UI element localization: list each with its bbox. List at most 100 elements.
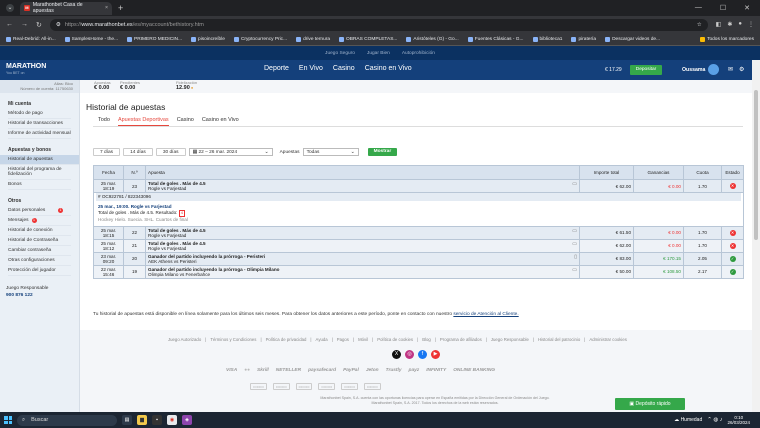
tab-casino[interactable]: Casino <box>177 117 194 126</box>
app-icon[interactable]: ▪ <box>152 415 162 425</box>
col-cuota[interactable]: Cuota <box>683 165 722 180</box>
col-ganancias[interactable]: Ganancias <box>633 165 684 180</box>
table-row[interactable]: 25 mar. 18:12 21 ▭ Total de goles . Más de… <box>93 238 744 253</box>
support-phone[interactable]: 900 876 122 <box>0 291 79 300</box>
app-icon[interactable]: ◈ <box>182 415 192 425</box>
sidebar-item-bonos[interactable]: Bonos <box>8 180 71 190</box>
sidebar-item-historial-apuestas[interactable]: Historial de apuestas <box>0 155 79 165</box>
forward-icon[interactable]: → <box>21 21 28 28</box>
sidebar-item-mensajes[interactable]: Mensajes 1 <box>8 216 71 226</box>
filter-14-dias[interactable]: 14 días <box>123 148 153 156</box>
sidebar-item-conexion[interactable]: Historial de conexión <box>8 226 71 236</box>
extensions-puzzle-icon[interactable]: ✱ <box>727 21 732 28</box>
footer-link[interactable]: Política de cookies <box>377 337 413 342</box>
footer-link[interactable]: Ayuda <box>316 337 328 342</box>
x-twitter-icon[interactable]: X <box>392 350 401 359</box>
bookmark-7[interactable]: Aristóteles (G) - Go... <box>406 36 459 42</box>
tab-search-icon[interactable]: ⌄ <box>6 4 14 12</box>
quick-deposit-button[interactable]: ▣ Depósito rápido <box>615 398 685 410</box>
footer-link[interactable]: Pagos <box>337 337 349 342</box>
chrome-icon[interactable]: ◉ <box>167 415 177 425</box>
footer-link[interactable]: Historial del patrocinio <box>538 337 580 342</box>
site-info-icon[interactable]: ⚙ <box>56 22 61 28</box>
new-tab-icon[interactable]: + <box>118 3 123 13</box>
bookmark-1[interactable]: SamplesHome - the... <box>64 36 118 42</box>
browser-tab[interactable]: M Marathonbet Casa de apuestas × <box>20 1 112 15</box>
windows-start-icon[interactable] <box>4 416 12 424</box>
profile-icon[interactable]: ● <box>738 21 742 28</box>
bookmark-6[interactable]: OBRAS COMPLETAS... <box>339 36 397 42</box>
balance[interactable]: € 17.29 <box>605 67 622 73</box>
col-fecha[interactable]: Fecha <box>93 165 124 180</box>
nav-casino[interactable]: Casino <box>333 65 355 72</box>
bookmark-8[interactable]: Fuentes Clásicas - G... <box>467 36 524 42</box>
back-icon[interactable]: ← <box>6 21 13 28</box>
close-tab-icon[interactable]: × <box>105 5 108 11</box>
sidebar-item-otras-config[interactable]: Otras configuraciones <box>8 256 71 266</box>
deposit-button[interactable]: Depositar <box>630 65 662 75</box>
sidebar-item-historial-contrasena[interactable]: Historial de Contraseña <box>8 236 71 246</box>
file-explorer-icon[interactable]: ▆ <box>137 415 147 425</box>
sidebar-item-informe[interactable]: Informe de actividad mensual <box>8 129 71 139</box>
bookmark-4[interactable]: Cryptocurrency Pric... <box>233 36 287 42</box>
marathon-logo[interactable]: MARATHON You BET on <box>6 63 46 76</box>
bookmark-star-icon[interactable]: ☆ <box>697 22 702 28</box>
footer-link[interactable]: Términos y Condiciones <box>210 337 256 342</box>
date-range-picker[interactable]: ▦ 22 – 26 mar. 2024 ⌄ <box>188 148 273 156</box>
bookmark-0[interactable]: Real-Debrid: All-in... <box>6 36 56 42</box>
footer-link[interactable]: Blog <box>422 337 431 342</box>
messages-icon[interactable]: ✉ <box>728 66 733 73</box>
taskbar-search[interactable]: ⌕ Buscar <box>17 414 117 426</box>
menu-icon[interactable]: ⋮ <box>748 21 754 28</box>
filter-7-dias[interactable]: 7 días <box>93 148 121 156</box>
sidebar-item-fidelizacion[interactable]: Historial del programa de fidelización <box>8 165 71 180</box>
footer-link[interactable]: Administrar cookies <box>589 337 627 342</box>
show-button[interactable]: Mostrar <box>367 148 398 156</box>
tab-casino-en-vivo[interactable]: Casino en Vivo <box>202 117 239 126</box>
clock[interactable]: 0:10 26/03/2024 <box>727 415 756 425</box>
sidebar-item-datos-personales[interactable]: Datos personales 1 <box>8 206 71 216</box>
filter-30-dias[interactable]: 30 días <box>155 148 186 156</box>
link-autoprohibicion[interactable]: Autoprohibición <box>402 51 435 56</box>
minimize-icon[interactable]: — <box>695 4 702 12</box>
bookmark-10[interactable]: piratería <box>571 36 596 42</box>
bookmark-3[interactable]: pisoincreíble <box>191 36 225 42</box>
footer-link[interactable]: Política de privacidad <box>266 337 307 342</box>
col-estado[interactable]: Estado <box>721 165 744 180</box>
tab-apuestas-deportivas[interactable]: Apuestas Deportivas <box>117 117 169 126</box>
instagram-icon[interactable]: ◎ <box>405 350 414 359</box>
username[interactable]: Oussama <box>682 67 705 73</box>
footer-link[interactable]: Programa de afiliados <box>440 337 482 342</box>
weather-widget[interactable]: ☁ Humedad <box>674 417 702 423</box>
sidebar-item-transacciones[interactable]: Historial de transacciones <box>8 119 71 129</box>
sidebar-item-metodo-pago[interactable]: Método de pago <box>8 109 71 119</box>
table-row[interactable]: 23 mar. 09:20 20 ▯ Ganador del partido inc… <box>93 251 744 266</box>
bookmark-9[interactable]: biblioteca1 <box>532 36 562 42</box>
col-importe[interactable]: Importe total <box>579 165 634 180</box>
col-apuesta[interactable]: Apuesta <box>145 165 580 180</box>
table-row[interactable]: 25 mar. 18:15 22 ▭ Total de goles . Más de… <box>93 225 744 240</box>
extension-icon[interactable]: ◧ <box>716 21 722 28</box>
maximize-icon[interactable]: ☐ <box>720 4 726 12</box>
sidebar-item-proteccion[interactable]: Protección del jugador <box>8 266 71 276</box>
settings-icon[interactable]: ⚙ <box>739 66 744 73</box>
bookmark-5[interactable]: drive ternura <box>296 36 330 42</box>
avatar[interactable] <box>708 64 719 75</box>
tray-icons[interactable]: ⌃ ◍ ♪ <box>707 417 722 423</box>
footer-link[interactable]: Juego Responsable <box>491 337 529 342</box>
bookmark-11[interactable]: Descargar videos de... <box>605 36 660 42</box>
link-jugar-bien[interactable]: Jugar Bien <box>367 51 390 56</box>
nav-casino-en-vivo[interactable]: Casino en Vivo <box>365 65 412 72</box>
bets-select[interactable]: Todas ⌄ <box>302 148 359 156</box>
footer-link[interactable]: Juego Autorizado <box>168 337 201 342</box>
col-numero[interactable]: N.º <box>123 165 146 180</box>
facebook-icon[interactable]: f <box>418 350 427 359</box>
link-juego-seguro[interactable]: Juego Seguro <box>325 51 355 56</box>
all-bookmarks[interactable]: Todos los marcadores <box>700 36 754 42</box>
reload-icon[interactable]: ↻ <box>36 21 42 29</box>
customer-service-link[interactable]: servicio de Atención al Cliente. <box>453 312 518 317</box>
table-row[interactable]: 22 mar. 15:46 19 ▭ Ganador del partido inc… <box>93 264 744 279</box>
footer-link[interactable]: Móvil <box>358 337 368 342</box>
table-row[interactable]: 25 mar. 18:19 23 ▭ Total de goles . Más de… <box>93 179 744 193</box>
taskview-icon[interactable]: ▤ <box>122 415 132 425</box>
